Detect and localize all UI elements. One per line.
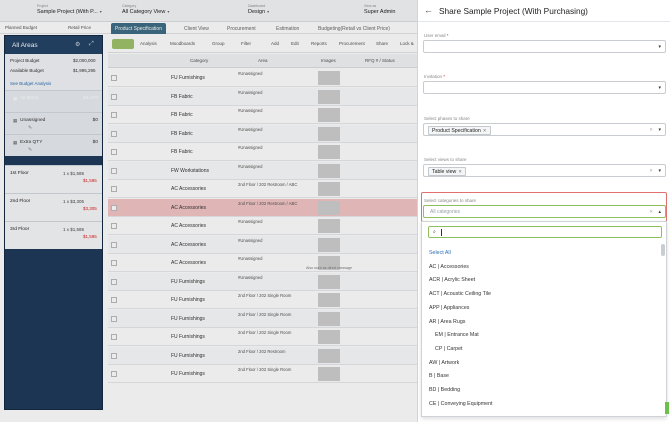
dropdown-search-input[interactable]: ⌕ bbox=[428, 226, 662, 238]
user-email-label: User email * bbox=[424, 33, 449, 38]
category-option[interactable]: CP | Carpet bbox=[435, 346, 462, 352]
phases-multiselect[interactable]: Product Specification ✕ ✕ ▾ bbox=[423, 123, 666, 136]
chevron-down-icon: ▾ bbox=[658, 44, 661, 50]
side-indicator bbox=[665, 402, 669, 414]
category-option[interactable]: ACR | Acrylic Sheet bbox=[429, 277, 475, 283]
category-option[interactable]: BD | Bedding bbox=[429, 387, 460, 393]
clear-icon[interactable]: ✕ bbox=[649, 168, 653, 174]
invitation-label-text: Invitation bbox=[424, 74, 443, 79]
focus-highlight bbox=[421, 192, 667, 222]
category-option[interactable]: ACT | Acoustic Ceiling Tile bbox=[429, 291, 491, 297]
invitation-select[interactable]: ▾ bbox=[423, 81, 666, 94]
search-icon: ⌕ bbox=[433, 229, 436, 235]
scrollbar[interactable] bbox=[661, 244, 665, 256]
category-option[interactable]: AC | Accessories bbox=[429, 264, 469, 270]
user-email-label-text: User email bbox=[424, 33, 446, 38]
text-cursor bbox=[441, 229, 442, 236]
category-option[interactable]: APP | Appliances bbox=[429, 305, 469, 311]
back-arrow-icon[interactable]: ← bbox=[424, 5, 433, 15]
view-chip: Table view ✕ bbox=[428, 167, 467, 176]
user-email-field[interactable]: ▾ bbox=[423, 40, 666, 53]
views-label: Select views to share bbox=[424, 157, 467, 162]
phases-label: Select phases to share bbox=[424, 116, 470, 121]
category-option[interactable]: AR | Area Rugs bbox=[429, 319, 465, 325]
modal-backdrop[interactable] bbox=[0, 0, 420, 422]
required-mark: * bbox=[446, 33, 449, 38]
phase-chip: Product Specification ✕ bbox=[428, 126, 491, 135]
views-multiselect[interactable]: Table view ✕ ✕ ▾ bbox=[423, 164, 666, 177]
panel-title: Share Sample Project (With Purchasing) bbox=[439, 6, 588, 16]
view-chip-label: Table view bbox=[432, 169, 457, 175]
close-icon[interactable]: ✕ bbox=[483, 128, 487, 133]
chevron-down-icon: ▾ bbox=[658, 127, 661, 133]
category-option[interactable]: B | Base bbox=[429, 373, 449, 379]
categories-dropdown: ⌕ Select All AC | Accessories ACR | Acryli… bbox=[421, 221, 667, 417]
chevron-down-icon: ▾ bbox=[658, 85, 661, 91]
category-option[interactable]: CE | Conveying Equipment bbox=[429, 401, 493, 407]
category-option[interactable]: AW | Artwork bbox=[429, 360, 459, 366]
divider bbox=[418, 21, 670, 22]
clear-icon[interactable]: ✕ bbox=[649, 127, 653, 133]
chevron-down-icon: ▾ bbox=[658, 168, 661, 174]
invitation-label: Invitation * bbox=[424, 74, 445, 79]
category-option[interactable]: EM | Entrance Mat bbox=[435, 332, 479, 338]
phase-chip-label: Product Specification bbox=[432, 128, 481, 134]
select-all-option[interactable]: Select All bbox=[429, 250, 451, 256]
close-icon[interactable]: ✕ bbox=[458, 169, 462, 174]
required-mark: * bbox=[443, 74, 446, 79]
